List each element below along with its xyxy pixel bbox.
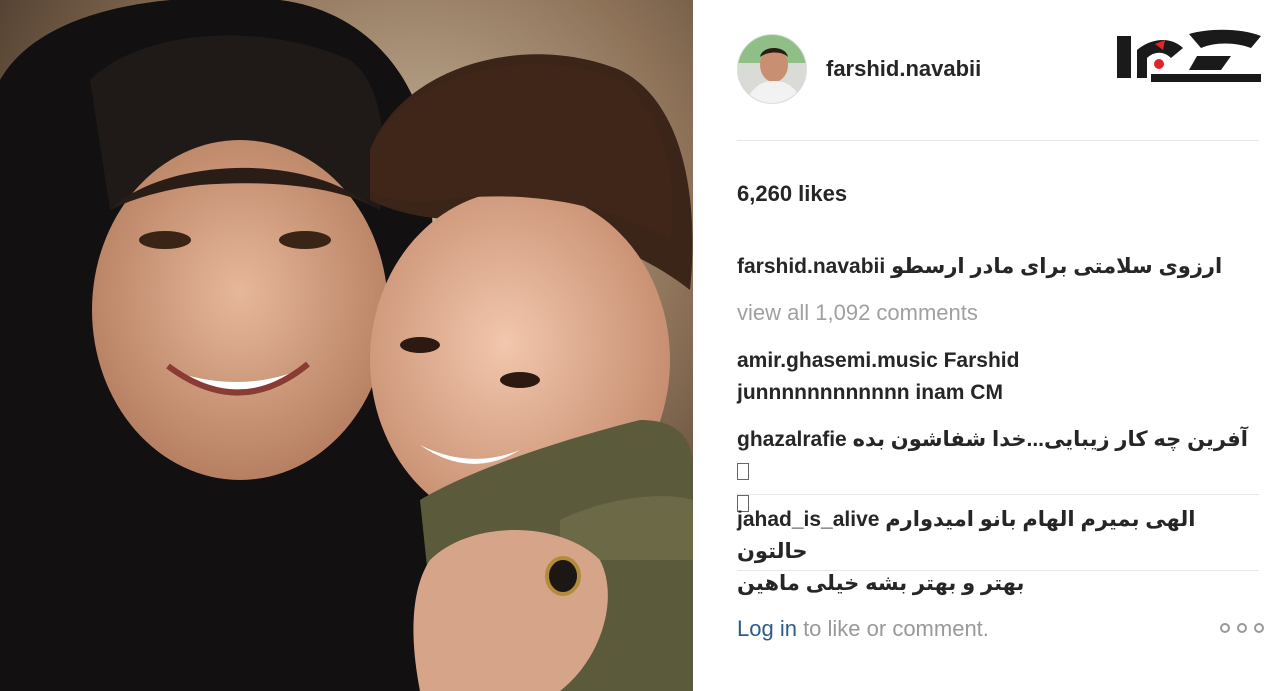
post-details-panel: farshid.navabii 6,260 likes farshid.nava… <box>693 0 1280 691</box>
footer-divider <box>737 570 1259 571</box>
caption-username[interactable]: farshid.navabii <box>737 255 885 278</box>
caption: farshid.navabii ارزوی سلامتی برای مادر ا… <box>737 253 1257 281</box>
comment-text: junnnnnnnnnnnn inam CM <box>737 381 1003 404</box>
comment-username[interactable]: jahad_is_alive <box>737 508 879 531</box>
login-link[interactable]: Log in <box>737 616 797 641</box>
header-divider <box>737 140 1259 141</box>
rokna-logo-icon <box>1111 26 1263 86</box>
login-suffix-text: to like or comment. <box>796 616 989 641</box>
comment-username[interactable]: amir.ghasemi.music <box>737 349 938 372</box>
post-author-username[interactable]: farshid.navabii <box>826 56 981 82</box>
comment-text: بهتر و بهتر بشه خیلی ماهین <box>737 572 1025 595</box>
likes-count[interactable]: 6,260 likes <box>737 181 847 207</box>
comment-text: آفرین چه کار زیبایی...خدا شفاشون بده <box>852 428 1248 451</box>
caption-text: ارزوی سلامتی برای مادر ارسطو <box>891 255 1223 278</box>
photo-of-woman-and-boy-icon <box>0 0 693 691</box>
view-all-comments-link[interactable]: view all 1,092 comments <box>737 300 978 326</box>
comment-username[interactable]: ghazalrafie <box>737 428 847 451</box>
missing-glyph-icon <box>737 463 749 480</box>
comment-item: amir.ghasemi.music Farshid junnnnnnnnnnn… <box>737 345 1257 409</box>
comment-item: jahad_is_alive الهی بمیرم الهام بانو امی… <box>737 504 1257 600</box>
login-prompt: Log in to like or comment. <box>737 616 989 642</box>
comment-divider <box>737 494 1259 495</box>
post-photo[interactable] <box>0 0 693 691</box>
more-options-icon[interactable] <box>1220 620 1266 636</box>
profile-avatar-icon <box>738 35 806 103</box>
comment-text: Farshid <box>943 349 1020 372</box>
profile-avatar[interactable] <box>737 34 807 104</box>
